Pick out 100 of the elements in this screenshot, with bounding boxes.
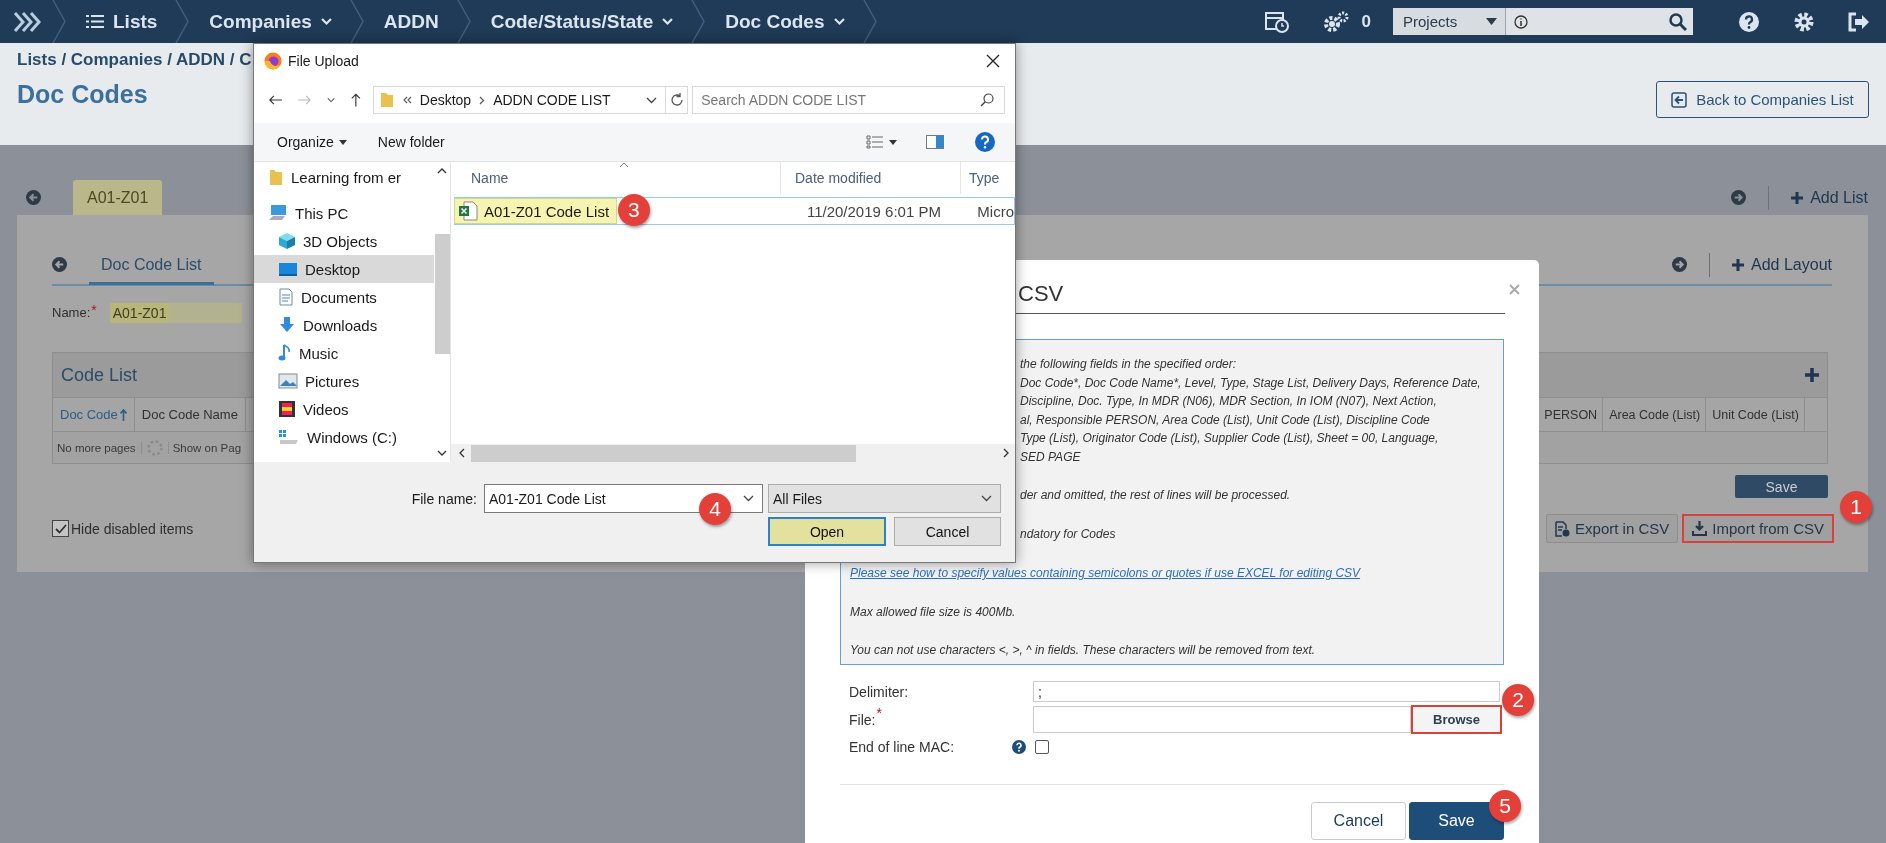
- file-name: A01-Z01 Code List: [484, 202, 610, 220]
- column-header[interactable]: Date modified: [781, 162, 961, 194]
- checkbox[interactable]: [52, 520, 69, 537]
- column-header[interactable]: Area Code (List): [1603, 398, 1707, 431]
- info-icon: [1514, 14, 1528, 29]
- details-view-icon[interactable]: [866, 135, 884, 149]
- help-icon[interactable]: [1012, 740, 1026, 754]
- dialog-button[interactable]: Open: [768, 517, 886, 546]
- close-icon[interactable]: [986, 53, 1000, 68]
- arrow-left-circle-icon[interactable]: [26, 190, 41, 205]
- settings-icon[interactable]: [1793, 10, 1815, 33]
- nav-item[interactable]: Desktop: [254, 255, 434, 283]
- column-header[interactable]: Name: [451, 162, 781, 194]
- file-date: 11/20/2019 6:01 PM: [806, 202, 942, 220]
- arrow-left-circle-icon[interactable]: [52, 257, 67, 272]
- step-badge: 2: [1502, 684, 1534, 716]
- up-arrow-icon[interactable]: [351, 92, 361, 108]
- refresh-button[interactable]: [666, 86, 689, 114]
- plus-icon[interactable]: [1805, 368, 1819, 382]
- arrow-right-circle-icon[interactable]: [1731, 190, 1747, 205]
- sort-up-icon: [119, 408, 127, 421]
- chevron-down-icon: [743, 495, 754, 502]
- sort-caret-icon: [619, 162, 629, 168]
- help-icon[interactable]: [1738, 10, 1760, 33]
- dialog-button[interactable]: Cancel: [1311, 802, 1406, 840]
- list-icon: [86, 14, 104, 29]
- add-layout-link[interactable]: Add Layout: [1732, 255, 1832, 274]
- help-icon[interactable]: [975, 132, 995, 152]
- scrollbar-thumb[interactable]: [434, 234, 450, 354]
- folder-icon: [268, 168, 284, 186]
- instruction-line: the following fields in the specified order:: [1020, 356, 1238, 373]
- search-field[interactable]: [1505, 8, 1693, 35]
- delimiter-field[interactable]: ;: [1033, 681, 1500, 702]
- nav-item[interactable]: Windows (C:): [254, 423, 434, 451]
- column-header[interactable]: Unit Code (List): [1706, 398, 1805, 431]
- column-header[interactable]: Doc Code Name: [134, 398, 246, 431]
- file-field[interactable]: [1033, 706, 1411, 733]
- layout-tab[interactable]: Doc Code List: [89, 246, 214, 285]
- csv-button[interactable]: Export in CSV: [1546, 514, 1679, 543]
- scrollbar-thumb[interactable]: [471, 444, 856, 462]
- help-link[interactable]: Please see how to specify values containing semicolons or quotes if use EXCEL for editing CSV: [850, 566, 1361, 580]
- file-type: Micro: [977, 202, 1014, 220]
- breadcrumb-link[interactable]: ADDN: [363, 10, 457, 33]
- list-tab[interactable]: A01-Z01: [73, 180, 163, 215]
- add-list-link[interactable]: Add List: [1791, 188, 1868, 207]
- checkbox[interactable]: [1035, 740, 1049, 754]
- nav-item[interactable]: Documents: [254, 283, 434, 311]
- breadcrumb-separator-icon: [862, 0, 877, 43]
- nav-item[interactable]: Music: [254, 339, 434, 367]
- address-bar[interactable]: Desktop ADDN CODE LIST: [372, 86, 667, 114]
- browse-button[interactable]: Browse: [1411, 705, 1502, 734]
- horizontal-scrollbar[interactable]: [451, 444, 1015, 462]
- folder-icon: [379, 92, 394, 108]
- scroll-right-icon[interactable]: [1003, 448, 1009, 458]
- chevron-down-icon[interactable]: [326, 97, 336, 103]
- step-badge: 1: [1840, 491, 1872, 523]
- csv-button[interactable]: Import from CSV: [1682, 514, 1834, 543]
- nav-item[interactable]: Pictures: [254, 367, 434, 395]
- chevron-down-icon[interactable]: [646, 96, 658, 104]
- plus-icon: [1732, 258, 1745, 271]
- toolbar-button[interactable]: Organize: [277, 134, 334, 150]
- breadcrumb-link[interactable]: Companies: [189, 10, 350, 33]
- caret-down-icon[interactable]: [889, 139, 897, 145]
- breadcrumb-link[interactable]: Code/Status/State: [470, 10, 692, 33]
- file-type-select[interactable]: All Files: [768, 484, 1001, 513]
- step-badge: 4: [699, 493, 731, 525]
- name-field[interactable]: A01-Z01: [109, 302, 242, 323]
- preview-pane-icon[interactable]: [926, 135, 944, 149]
- breadcrumb-link[interactable]: Doc Codes: [705, 10, 863, 33]
- instruction-line: al, Responsible PERSON, Area Code (List), Unit Code (List), Discipline Code: [1020, 411, 1431, 429]
- save-button[interactable]: Save: [1735, 475, 1828, 498]
- search-field[interactable]: Search ADDN CODE LIST: [692, 86, 1005, 114]
- dialog-button[interactable]: Cancel: [894, 517, 1001, 546]
- path-segment[interactable]: Desktop: [419, 92, 472, 108]
- back-button[interactable]: Back to Companies List: [1656, 81, 1869, 118]
- project-select[interactable]: Projects: [1393, 8, 1505, 35]
- nav-item[interactable]: Videos: [254, 395, 434, 423]
- instruction-line: SED PAGE: [1020, 448, 1082, 466]
- scroll-up-icon[interactable]: [437, 168, 447, 174]
- nav-item[interactable]: This PC: [254, 199, 434, 227]
- logout-icon[interactable]: [1848, 11, 1870, 32]
- breadcrumb-link[interactable]: Lists: [66, 10, 176, 33]
- scroll-down-icon[interactable]: [437, 450, 447, 456]
- logo-icon[interactable]: [12, 10, 42, 33]
- toolbar-button[interactable]: New folder: [377, 134, 445, 150]
- arrow-right-circle-icon[interactable]: [1672, 257, 1688, 272]
- back-arrow-icon[interactable]: [269, 94, 282, 106]
- calendar-clock-icon[interactable]: [1264, 10, 1289, 33]
- scroll-left-icon[interactable]: [459, 448, 465, 458]
- nav-item[interactable]: 3D Objects: [254, 227, 434, 255]
- search-icon[interactable]: [1669, 12, 1687, 31]
- path-segment[interactable]: ADDN CODE LIST: [493, 92, 611, 108]
- file-row[interactable]: A01-Z01 Code List 3 11/20/2019 6:01 PM Micro: [454, 197, 1015, 225]
- picture-icon: [278, 373, 298, 389]
- nav-item[interactable]: Downloads: [254, 311, 434, 339]
- nav-item[interactable]: Learning from er: [254, 163, 434, 191]
- column-header[interactable]: Type: [961, 162, 1000, 194]
- computer-icon: [268, 204, 288, 222]
- cogs-icon[interactable]: [1321, 9, 1350, 34]
- instruction-line: der and omitted, the rest of lines will be processed.: [1020, 487, 1292, 504]
